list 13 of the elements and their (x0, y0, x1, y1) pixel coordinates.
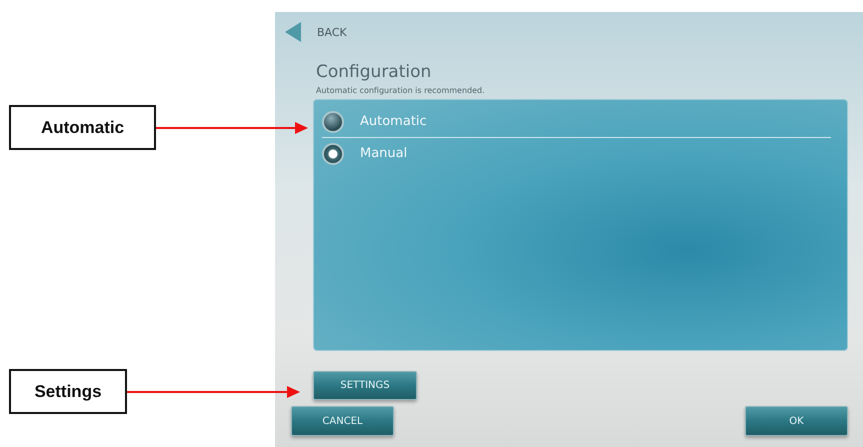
callout-label: Automatic (9, 105, 156, 150)
settings-button[interactable]: SETTINGS (313, 371, 417, 400)
back-arrow-icon (285, 22, 301, 42)
radio-button[interactable] (322, 110, 344, 132)
page-title: Configuration (316, 62, 432, 82)
page-subtitle: Automatic configuration is recommended. (316, 86, 486, 95)
footer-button[interactable]: CANCEL (291, 406, 394, 436)
option-row[interactable]: Manual (322, 138, 831, 170)
footer-button[interactable]: OK (745, 406, 848, 436)
option-row[interactable]: Automatic (322, 106, 831, 138)
radio-button[interactable] (322, 142, 344, 164)
back-button[interactable]: BACK (285, 22, 347, 42)
callout-label: Settings (9, 369, 127, 414)
